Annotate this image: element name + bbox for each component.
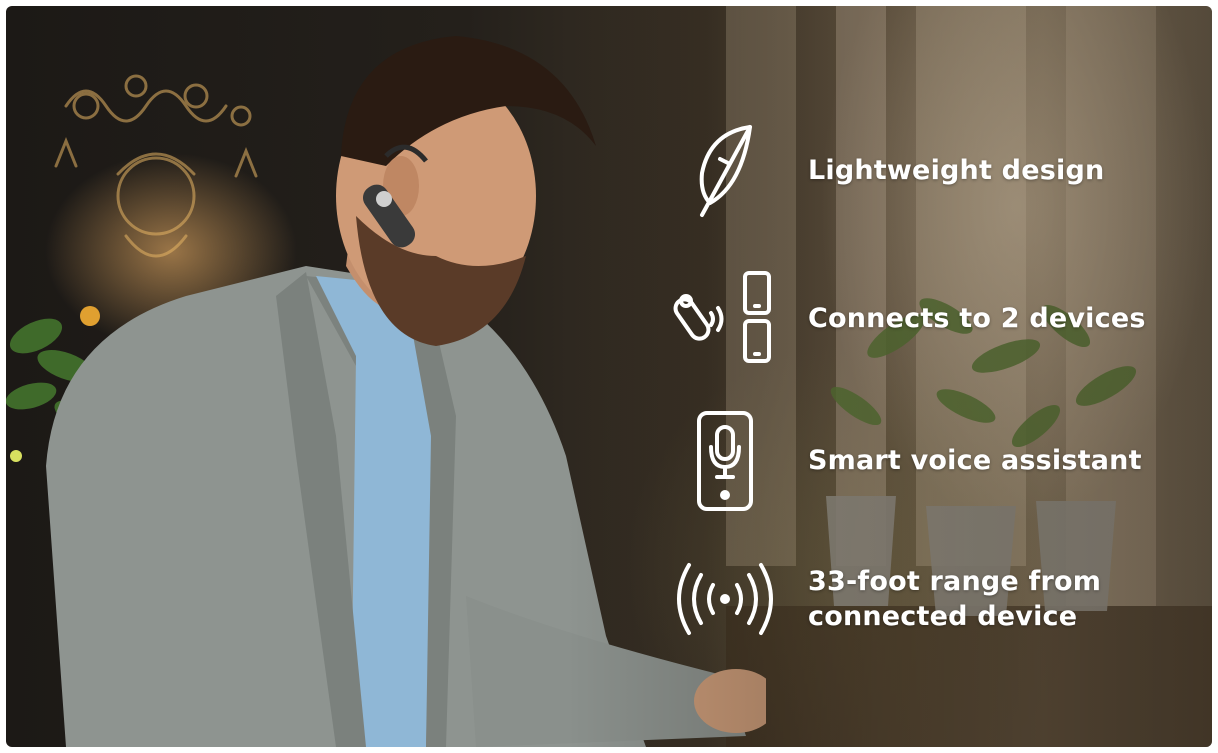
feature-voice-assistant: Smart voice assistant xyxy=(670,406,1210,516)
feature-label: 33-foot range from connected device xyxy=(808,565,1102,632)
feature-list: Lightweight design Connects to 2 devices xyxy=(670,116,1210,676)
feature-label: Lightweight design xyxy=(808,155,1105,187)
feature-range: 33-foot range from connected device xyxy=(670,544,1210,654)
feature-lightweight: Lightweight design xyxy=(670,116,1210,226)
feature-label: Smart voice assistant xyxy=(808,445,1142,477)
feature-label: Connects to 2 devices xyxy=(808,303,1146,335)
phone-microphone-icon xyxy=(670,406,780,516)
feather-icon xyxy=(670,116,780,226)
wireless-signal-icon xyxy=(670,544,780,654)
headset-phones-icon xyxy=(670,264,780,374)
feature-multipoint: Connects to 2 devices xyxy=(670,264,1210,374)
product-banner: Lightweight design Connects to 2 devices xyxy=(6,6,1212,747)
